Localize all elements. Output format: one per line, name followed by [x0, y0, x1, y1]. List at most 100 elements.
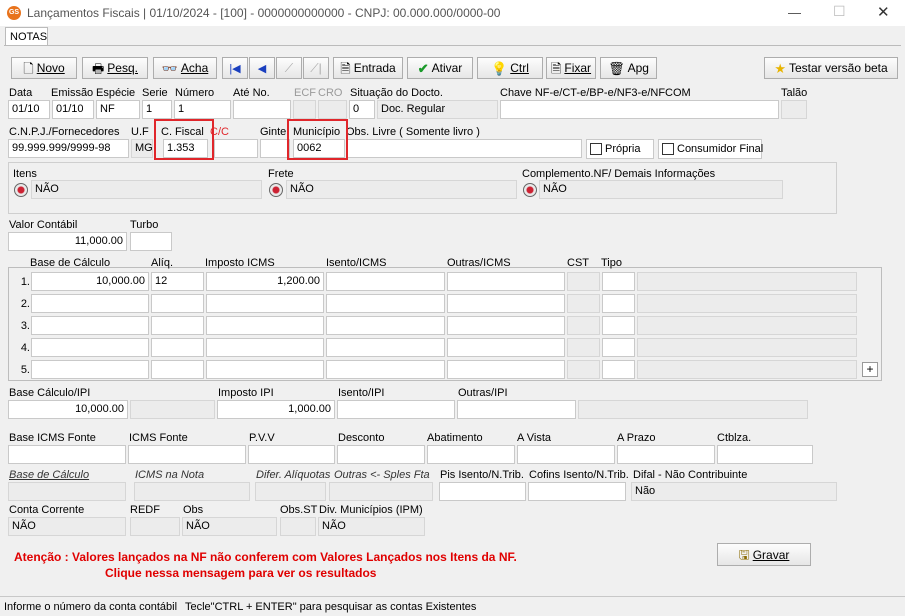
grid-outras-cell[interactable] — [447, 294, 565, 313]
turbo-field[interactable] — [130, 232, 172, 251]
grid-imposto-cell[interactable] — [206, 338, 324, 357]
pin-icon: 🗎 — [550, 60, 562, 76]
itens-option-icon[interactable] — [14, 183, 28, 197]
conta-corrente-field[interactable]: NÃO — [8, 517, 126, 536]
talao-field[interactable] — [781, 100, 807, 119]
last-record-button: ⟋| — [303, 57, 329, 79]
alert-message-line2[interactable]: Clique nessa mensagem para ver os result… — [105, 566, 376, 580]
grid-cst-cell[interactable] — [567, 294, 600, 313]
previous-record-button[interactable]: ◀ — [249, 57, 275, 79]
grid-extra-cell — [637, 360, 857, 379]
grid-isento-cell[interactable] — [326, 294, 445, 313]
fixar-button[interactable]: 🗎 Fixar — [546, 57, 596, 79]
star-icon: ★ — [774, 60, 786, 76]
grid-base-cell[interactable] — [31, 360, 149, 379]
desconto-field[interactable] — [337, 445, 425, 464]
grid-aliq-cell[interactable]: 12 — [151, 272, 204, 291]
cro-field — [318, 100, 347, 119]
grid-aliq-cell[interactable] — [151, 294, 204, 313]
grid-aliq-cell[interactable] — [151, 316, 204, 335]
especie-field[interactable]: NF — [96, 100, 140, 119]
ctrl-button[interactable]: 💡 Ctrl — [477, 57, 543, 79]
grid-isento-cell[interactable] — [326, 338, 445, 357]
icms-fonte-field[interactable] — [128, 445, 246, 464]
ctblza-field[interactable] — [717, 445, 813, 464]
alert-message-line1[interactable]: Atenção : Valores lançados na NF não con… — [14, 550, 517, 564]
grid-extra-cell — [637, 294, 857, 313]
grid-base-cell[interactable] — [31, 294, 149, 313]
base-ipi-field[interactable]: 10,000.00 — [8, 400, 128, 419]
serie-field[interactable]: 1 — [142, 100, 172, 119]
difer-aliquotas-field — [255, 482, 326, 501]
acha-button[interactable]: 👓 Acha — [153, 57, 217, 79]
minimize-icon[interactable]: — — [788, 5, 801, 20]
grid-tipo-cell[interactable] — [602, 294, 635, 313]
grid-tipo-cell[interactable] — [602, 360, 635, 379]
close-icon[interactable]: ✕ — [877, 3, 890, 21]
outras-ipi-field[interactable] — [457, 400, 576, 419]
grid-cst-cell[interactable] — [567, 360, 600, 379]
entrada-button[interactable]: 🗎 Entrada — [333, 57, 403, 79]
grid-base-cell[interactable] — [31, 316, 149, 335]
ginte-field[interactable] — [260, 139, 290, 158]
frete-option-icon[interactable] — [269, 183, 283, 197]
avista-field[interactable] — [517, 445, 615, 464]
emissao-field[interactable]: 01/10 — [52, 100, 94, 119]
consumidor-final-checkbox[interactable]: Consumidor Final — [658, 139, 763, 159]
grid-outras-cell[interactable] — [447, 360, 565, 379]
base-icms-fonte-field[interactable] — [8, 445, 126, 464]
numero-field[interactable]: 1 — [174, 100, 231, 119]
grid-outras-cell[interactable] — [447, 272, 565, 291]
base-ipi-label: Base Cálculo/IPI — [9, 387, 91, 399]
apg-button[interactable]: 🗑 Apg — [600, 57, 657, 79]
valor-contabil-field[interactable]: 11,000.00 — [8, 232, 127, 251]
grid-outras-cell[interactable] — [447, 316, 565, 335]
cofins-field[interactable] — [528, 482, 626, 501]
grid-cst-cell[interactable] — [567, 316, 600, 335]
pesq-button[interactable]: 🖶 Pesq. — [82, 57, 148, 79]
chave-field[interactable] — [500, 100, 779, 119]
complemento-option-icon[interactable] — [523, 183, 537, 197]
ativar-button[interactable]: ✔ Ativar — [407, 57, 473, 79]
grid-imposto-cell[interactable]: 1,200.00 — [206, 272, 324, 291]
calc-base-field — [8, 482, 126, 501]
propria-checkbox[interactable]: Própria — [586, 139, 654, 159]
cnpj-field[interactable]: 99.999.999/9999-98 — [8, 139, 129, 158]
grid-aliq-cell[interactable] — [151, 360, 204, 379]
pvv-field[interactable] — [248, 445, 335, 464]
grid-imposto-cell[interactable] — [206, 294, 324, 313]
add-row-button[interactable]: + — [862, 362, 878, 377]
grid-tipo-cell[interactable] — [602, 338, 635, 357]
grid-isento-cell[interactable] — [326, 272, 445, 291]
grid-tipo-cell[interactable] — [602, 316, 635, 335]
tab-notas[interactable]: NOTAS — [5, 27, 48, 46]
grid-isento-cell[interactable] — [326, 360, 445, 379]
isento-ipi-field[interactable] — [337, 400, 455, 419]
icms-nota-field — [134, 482, 250, 501]
chave-label: Chave NF-e/CT-e/BP-e/NF3-e/NFCOM — [500, 87, 691, 99]
abatimento-field[interactable] — [427, 445, 515, 464]
aprazo-field[interactable] — [617, 445, 715, 464]
gravar-button[interactable]: 🖫 Gravar — [717, 543, 811, 566]
cc-field[interactable] — [214, 139, 258, 158]
grid-cst-cell[interactable] — [567, 338, 600, 357]
grid-aliq-cell[interactable] — [151, 338, 204, 357]
grid-isento-cell[interactable] — [326, 316, 445, 335]
situacao-code-field[interactable]: 0 — [349, 100, 375, 119]
grid-imposto-cell[interactable] — [206, 360, 324, 379]
grid-imposto-cell[interactable] — [206, 316, 324, 335]
grid-base-cell[interactable]: 10,000.00 — [31, 272, 149, 291]
obs-livre-field[interactable] — [346, 139, 582, 158]
testar-versao-beta-button[interactable]: ★ Testar versão beta — [764, 57, 898, 79]
grid-tipo-cell[interactable] — [602, 272, 635, 291]
grid-cst-cell[interactable] — [567, 272, 600, 291]
novo-button[interactable]: 🗋 Novo — [11, 57, 77, 79]
grid-outras-cell[interactable] — [447, 338, 565, 357]
conta-corrente-label: Conta Corrente — [9, 504, 85, 516]
data-field[interactable]: 01/10 — [8, 100, 50, 119]
ate-field[interactable] — [233, 100, 291, 119]
first-record-button[interactable]: |◀ — [222, 57, 248, 79]
grid-base-cell[interactable] — [31, 338, 149, 357]
imposto-ipi-field[interactable]: 1,000.00 — [217, 400, 335, 419]
pis-field[interactable] — [439, 482, 526, 501]
